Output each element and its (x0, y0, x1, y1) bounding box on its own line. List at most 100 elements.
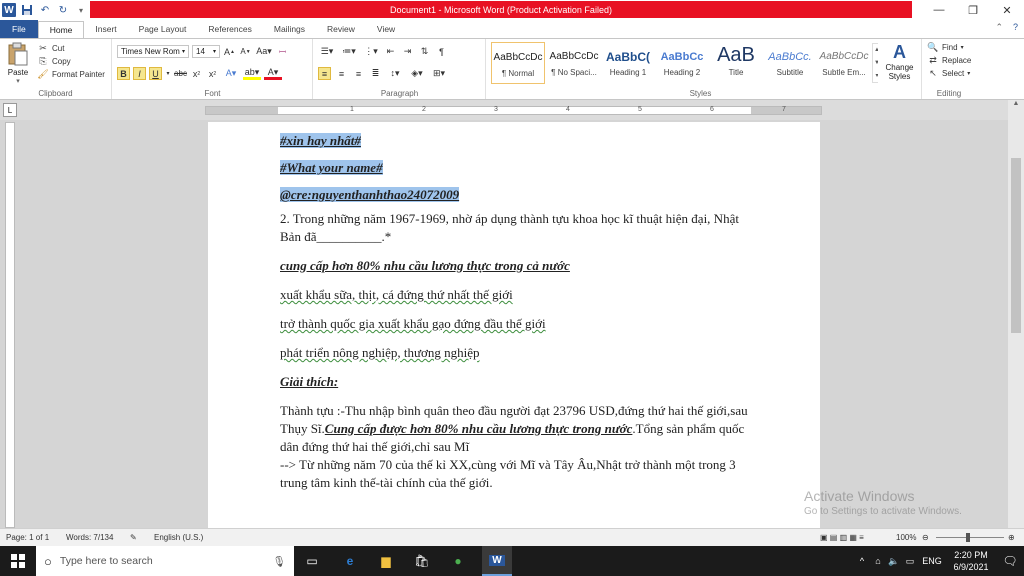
tab-references[interactable]: References (197, 21, 262, 38)
style-heading-1[interactable]: AaBbC( Heading 1 (601, 42, 655, 84)
tab-review[interactable]: Review (316, 21, 366, 38)
save-icon[interactable] (20, 3, 34, 17)
windows-start-icon[interactable] (10, 553, 26, 569)
microphone-icon[interactable]: 🎙 (273, 555, 286, 568)
text-effects-icon[interactable]: A▾ (222, 67, 240, 80)
decrease-indent-icon[interactable]: ⇤ (384, 45, 397, 58)
show-hidden-icons-icon[interactable]: ^ (854, 556, 870, 566)
style-heading-2[interactable]: AaBbCc Heading 2 (655, 42, 709, 84)
align-left-icon[interactable]: ≡ (318, 67, 331, 80)
vertical-scrollbar[interactable]: ▲ (1008, 100, 1024, 528)
grow-font-icon[interactable]: A ▲ (223, 45, 236, 58)
sort-icon[interactable]: ⇅ (418, 45, 431, 58)
increase-indent-icon[interactable]: ⇥ (401, 45, 414, 58)
close-button[interactable]: ✕ (990, 0, 1024, 20)
replace-button[interactable]: ⇄ Replace (927, 54, 971, 67)
change-case-icon[interactable]: Aa▾ (255, 45, 273, 58)
document-body[interactable]: #xin hay nhất# #What your name# @cre:ngu… (280, 132, 750, 503)
taskbar-search[interactable]: ○ Type here to search 🎙 (36, 546, 294, 576)
clear-formatting-icon[interactable]: ꟷ (276, 45, 289, 58)
tab-view[interactable]: View (366, 21, 406, 38)
superscript-icon[interactable]: x2 (206, 67, 219, 80)
font-color-icon[interactable]: A▾ (264, 67, 282, 80)
show-hide-marks-icon[interactable]: ¶ (435, 45, 448, 58)
align-right-icon[interactable]: ≡ (352, 67, 365, 80)
zoom-slider-handle[interactable] (966, 533, 970, 542)
align-center-icon[interactable]: ≡ (335, 67, 348, 80)
zoom-level[interactable]: 100% (896, 533, 916, 542)
tab-page-layout[interactable]: Page Layout (128, 21, 198, 38)
language-indicator[interactable]: English (U.S.) (154, 533, 203, 542)
style-no-spacing[interactable]: AaBbCcDc ¶ No Spaci... (547, 42, 601, 84)
justify-icon[interactable]: ≣ (369, 67, 382, 80)
vertical-ruler[interactable] (5, 122, 15, 528)
font-size-combo[interactable]: 14 ▾ (192, 45, 220, 58)
network-icon[interactable]: ⌂ (870, 556, 886, 566)
clock[interactable]: 2:20 PM 6/9/2021 (946, 549, 996, 573)
shading-icon[interactable]: ◈▾ (408, 67, 426, 80)
shrink-font-icon[interactable]: A ▼ (239, 45, 252, 58)
style-sample: AaBbCcDc (549, 51, 599, 62)
task-view-icon[interactable]: ▭ (304, 553, 320, 569)
app-icon[interactable]: ● (450, 553, 466, 569)
numbering-icon[interactable]: ≔▾ (340, 45, 358, 58)
activation-watermark: Activate Windows Go to Settings to activ… (804, 488, 962, 517)
customize-qat-icon[interactable]: ▾ (74, 3, 88, 17)
notifications-icon[interactable]: 🗨 (996, 554, 1024, 568)
change-styles-button[interactable]: A Change Styles (878, 39, 922, 99)
edge-icon[interactable]: e (342, 553, 358, 569)
zoom-in-icon[interactable]: ⊕ (1008, 533, 1015, 542)
paste-button[interactable]: Paste ▾ (4, 42, 32, 85)
help-icon[interactable]: ? (1013, 22, 1018, 33)
minimize-button[interactable]: — (922, 0, 956, 20)
bold-button[interactable]: B (117, 67, 130, 80)
page-count[interactable]: Page: 1 of 1 (6, 533, 49, 542)
scroll-thumb[interactable] (1011, 158, 1021, 333)
restore-button[interactable]: ❐ (956, 0, 990, 20)
subscript-icon[interactable]: x2 (190, 67, 203, 80)
underline-dropdown-icon[interactable]: ▾ (165, 67, 171, 80)
document-page[interactable]: #xin hay nhất# #What your name# @cre:ngu… (208, 122, 820, 528)
borders-icon[interactable]: ⊞▾ (430, 67, 448, 80)
style-subtle-emphasis[interactable]: AaBbCcDc Subtle Em... (817, 42, 871, 84)
italic-button[interactable]: I (133, 67, 146, 80)
paste-dropdown-icon[interactable]: ▾ (4, 77, 32, 85)
highlight-color-icon[interactable]: ab▾ (243, 67, 261, 80)
style-title[interactable]: AaB Title (709, 42, 763, 84)
line-spacing-icon[interactable]: ↕▾ (386, 67, 404, 80)
bullets-icon[interactable]: ☰▾ (318, 45, 336, 58)
proofing-icon[interactable]: ✎ (130, 533, 137, 542)
multilevel-list-icon[interactable]: ⋮▾ (362, 45, 380, 58)
undo-icon[interactable]: ↶ (38, 3, 52, 17)
find-button[interactable]: 🔍 Find ▾ (927, 41, 971, 54)
tab-file[interactable]: File (0, 20, 38, 38)
tab-home[interactable]: Home (37, 21, 85, 38)
strikethrough-icon[interactable]: abc (174, 67, 187, 80)
word-count[interactable]: Words: 7/134 (66, 533, 113, 542)
tab-selector-icon[interactable]: L (3, 103, 17, 117)
tab-insert[interactable]: Insert (84, 21, 127, 38)
style-subtitle[interactable]: AaBbCc. Subtitle (763, 42, 817, 84)
minimize-ribbon-icon[interactable]: ⌃ (995, 22, 1003, 33)
store-icon[interactable]: 🛍 (414, 553, 430, 569)
select-button[interactable]: ↖ Select ▾ (927, 67, 971, 80)
redo-icon[interactable]: ↻ (56, 3, 70, 17)
search-icon: ○ (44, 553, 52, 569)
language-tray[interactable]: ENG (918, 556, 946, 566)
cut-button[interactable]: ✂ Cut (37, 42, 105, 55)
volume-icon[interactable]: 🔈 (886, 556, 902, 567)
zoom-slider-track[interactable] (936, 537, 1004, 538)
scroll-up-icon[interactable]: ▲ (1008, 100, 1024, 107)
word-taskbar-icon[interactable]: W (482, 546, 512, 576)
format-painter-button[interactable]: 🖌 Format Painter (37, 68, 105, 81)
tab-mailings[interactable]: Mailings (263, 21, 316, 38)
battery-icon[interactable]: ▭ (902, 556, 918, 567)
view-buttons[interactable]: ▣ ▤ ▥ ▦ ≡ (820, 533, 864, 542)
file-explorer-icon[interactable]: ▆ (378, 553, 394, 569)
underline-button[interactable]: U (149, 67, 162, 80)
style-normal[interactable]: AaBbCcDc ¶ Normal (491, 42, 545, 84)
font-name-combo[interactable]: Times New Rom ▾ (117, 45, 189, 58)
copy-button[interactable]: ⎘ Copy (37, 55, 105, 68)
zoom-out-icon[interactable]: ⊖ (922, 533, 929, 542)
horizontal-ruler[interactable]: L 1 2 3 4 5 6 7 (0, 100, 1024, 120)
